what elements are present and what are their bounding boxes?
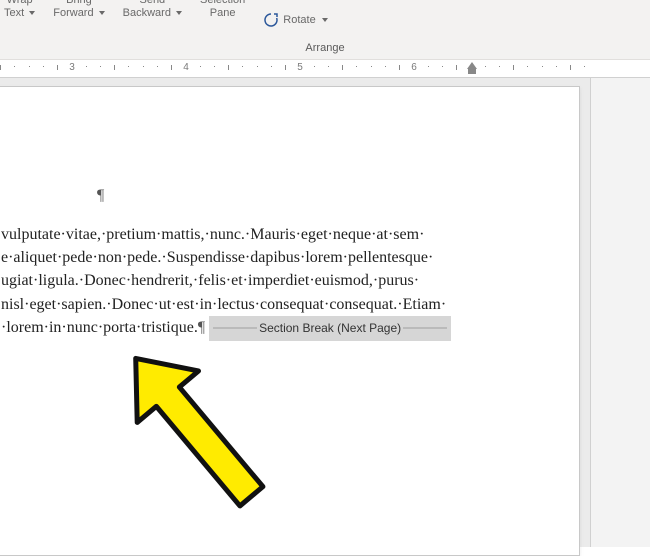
ruler-tick-minor [171, 65, 172, 70]
text-line: nisl·eget·sapien.·Donec·ut·est·in·lectus… [1, 293, 539, 316]
horizontal-ruler[interactable]: 3 4 5 6 [0, 60, 650, 78]
ruler-tick-minor [214, 66, 215, 67]
ruler-tick-major: 4 [182, 62, 190, 76]
ruler-tick-minor [128, 66, 129, 67]
text-line: ugiat·ligula.·Donec·hendrerit,·felis·et·… [1, 269, 539, 292]
ruler-tick-minor [157, 66, 158, 67]
ruler-tick-minor [14, 66, 15, 67]
margin-indicator-icon[interactable] [467, 62, 477, 69]
ruler-tick-minor [228, 65, 229, 70]
chevron-down-icon [176, 11, 182, 15]
ruler-tick-minor [328, 66, 329, 67]
ruler-tick-minor [456, 65, 457, 70]
paragraph-mark-icon: ¶ [97, 187, 539, 205]
ruler-tick-minor [371, 66, 372, 67]
ruler-tick-minor [542, 66, 543, 67]
rotate-button[interactable]: Rotate [263, 0, 327, 28]
scrollbar-gutter[interactable] [590, 78, 650, 547]
send-backward-button[interactable]: SendBackward [123, 0, 182, 19]
ruler-tick-minor [513, 65, 514, 70]
margin-indicator-icon[interactable] [468, 69, 476, 74]
ruler-tick-minor [100, 66, 101, 67]
body-paragraph[interactable]: vulputate·vitae,·pretium·mattis,·nunc.·M… [1, 223, 539, 341]
ruler-tick-minor [428, 66, 429, 67]
ruler-tick-minor [285, 65, 286, 70]
ruler-tick-minor [86, 66, 87, 67]
rotate-label: Rotate [283, 14, 315, 27]
ruler-tick-minor [200, 66, 201, 67]
paragraph-mark-icon: ¶ [198, 319, 205, 336]
ruler-tick-major: 5 [296, 62, 304, 76]
section-break-marker[interactable]: Section Break (Next Page) [209, 316, 451, 341]
document-area: ¶ vulputate·vitae,·pretium·mattis,·nunc.… [0, 78, 650, 547]
ruler-tick-minor [0, 65, 1, 70]
bring-forward-button[interactable]: BringForward [53, 0, 104, 19]
ruler-tick-minor [570, 65, 571, 70]
text-line: ·lorem·in·nunc·porta·tristique.¶Section … [1, 316, 539, 341]
ruler-tick-minor [442, 66, 443, 67]
ruler-tick-minor [342, 65, 343, 70]
ruler-tick-minor [385, 66, 386, 67]
ruler-tick-minor [485, 66, 486, 67]
ruler-tick-minor [143, 66, 144, 67]
rotate-icon [263, 12, 279, 28]
ruler-tick-minor [57, 65, 58, 70]
ruler-tick-minor [584, 66, 585, 67]
wrap-text-button[interactable]: WrapText [4, 0, 35, 19]
ruler-tick-minor [556, 66, 557, 67]
ruler-tick-minor [43, 66, 44, 67]
document-page[interactable]: ¶ vulputate·vitae,·pretium·mattis,·nunc.… [0, 86, 580, 556]
ruler-tick-major: 3 [68, 62, 76, 76]
ruler-tick-minor [29, 66, 30, 67]
ruler-tick-minor [499, 66, 500, 67]
ruler-tick-minor [399, 65, 400, 70]
ruler-tick-minor [257, 66, 258, 67]
ruler-tick-minor [527, 66, 528, 67]
ruler-tick-minor [356, 66, 357, 67]
text-line: e·aliquet·pede·non·pede.·Suspendisse·dap… [1, 246, 539, 269]
ribbon-group-label: Arrange [0, 42, 650, 54]
selection-pane-button[interactable]: SelectionPane [200, 0, 245, 19]
chevron-down-icon [99, 11, 105, 15]
ruler-tick-minor [314, 66, 315, 67]
text-line: vulputate·vitae,·pretium·mattis,·nunc.·M… [1, 223, 539, 246]
ruler-tick-minor [242, 66, 243, 67]
chevron-down-icon [322, 18, 328, 22]
ruler-tick-minor [114, 65, 115, 70]
ribbon-arrange-group: WrapText BringForward SendBackward Selec… [0, 0, 650, 60]
chevron-down-icon [29, 11, 35, 15]
ruler-tick-minor [271, 66, 272, 67]
ruler-tick-major: 6 [410, 62, 418, 76]
